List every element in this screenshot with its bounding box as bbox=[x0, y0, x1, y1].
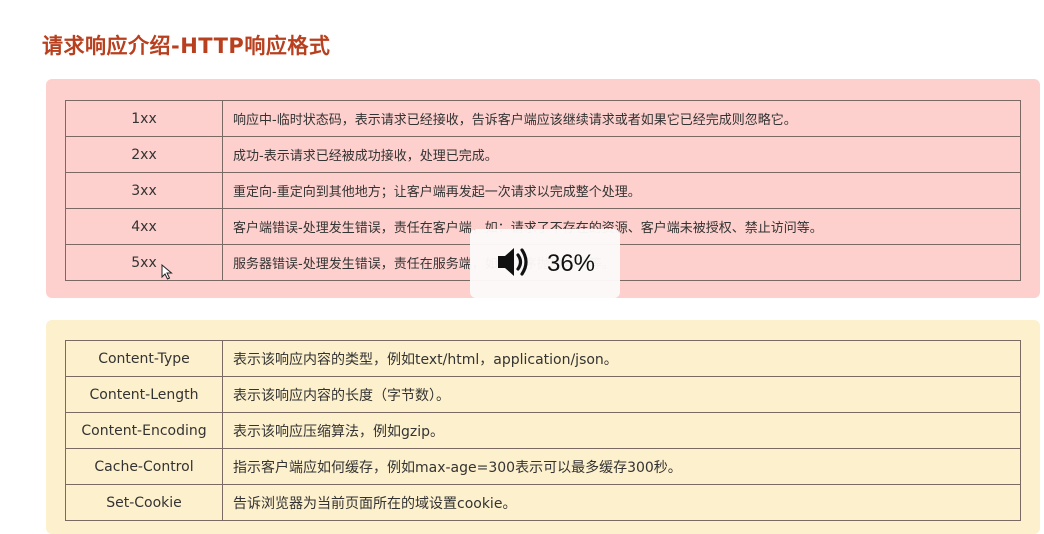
mouse-pointer-icon bbox=[161, 264, 173, 280]
table-row: Content-Encoding 表示该响应压缩算法，例如gzip。 bbox=[65, 412, 1021, 449]
table-row: Content-Type 表示该响应内容的类型，例如text/html，appl… bbox=[65, 340, 1021, 377]
header-name-cell: Content-Type bbox=[65, 340, 223, 377]
header-desc-cell: 表示该响应内容的类型，例如text/html，application/json。 bbox=[222, 340, 1021, 377]
header-name-cell: Set-Cookie bbox=[65, 484, 223, 521]
slide-title: 请求响应介绍-HTTP响应格式 bbox=[42, 34, 331, 58]
status-code-cell: 2xx bbox=[65, 136, 223, 173]
status-code-cell: 3xx bbox=[65, 172, 223, 209]
status-desc-cell: 客户端错误-处理发生错误，责任在客户端，如：请求了不存在的资源、客户端未被授权、… bbox=[222, 208, 1021, 245]
header-name-cell: Content-Length bbox=[65, 376, 223, 413]
response-header-panel: Content-Type 表示该响应内容的类型，例如text/html，appl… bbox=[46, 320, 1040, 534]
header-desc-cell: 表示该响应内容的长度（字节数）。 bbox=[222, 376, 1021, 413]
status-code-cell: 5xx bbox=[65, 244, 223, 281]
table-row: 1xx 响应中-临时状态码，表示请求已经接收，告诉客户端应该继续请求或者如果它已… bbox=[65, 100, 1021, 137]
header-name-cell: Content-Encoding bbox=[65, 412, 223, 449]
response-header-table: Content-Type 表示该响应内容的类型，例如text/html，appl… bbox=[65, 340, 1021, 521]
header-name-cell: Cache-Control bbox=[65, 448, 223, 485]
table-row: Content-Length 表示该响应内容的长度（字节数）。 bbox=[65, 376, 1021, 413]
header-desc-cell: 指示客户端应如何缓存，例如max-age=300表示可以最多缓存300秒。 bbox=[222, 448, 1021, 485]
table-row: Cache-Control 指示客户端应如何缓存，例如max-age=300表示… bbox=[65, 448, 1021, 485]
status-desc-cell: 重定向-重定向到其他地方；让客户端再发起一次请求以完成整个处理。 bbox=[222, 172, 1021, 209]
status-desc-cell: 服务器错误-处理发生错误，责任在服务端，如：程序抛出异常等。 bbox=[222, 244, 1021, 281]
status-code-cell: 4xx bbox=[65, 208, 223, 245]
table-row: Set-Cookie 告诉浏览器为当前页面所在的域设置cookie。 bbox=[65, 484, 1021, 521]
status-desc-cell: 成功-表示请求已经被成功接收，处理已完成。 bbox=[222, 136, 1021, 173]
status-code-cell: 1xx bbox=[65, 100, 223, 137]
volume-level-label: 36% bbox=[546, 249, 596, 277]
volume-overlay: 36% bbox=[470, 229, 620, 298]
header-desc-cell: 表示该响应压缩算法，例如gzip。 bbox=[222, 412, 1021, 449]
table-row: 2xx 成功-表示请求已经被成功接收，处理已完成。 bbox=[65, 136, 1021, 173]
status-desc-cell: 响应中-临时状态码，表示请求已经接收，告诉客户端应该继续请求或者如果它已经完成则… bbox=[222, 100, 1021, 137]
table-row: 3xx 重定向-重定向到其他地方；让客户端再发起一次请求以完成整个处理。 bbox=[65, 172, 1021, 209]
header-desc-cell: 告诉浏览器为当前页面所在的域设置cookie。 bbox=[222, 484, 1021, 521]
speaker-volume-icon bbox=[495, 243, 533, 285]
